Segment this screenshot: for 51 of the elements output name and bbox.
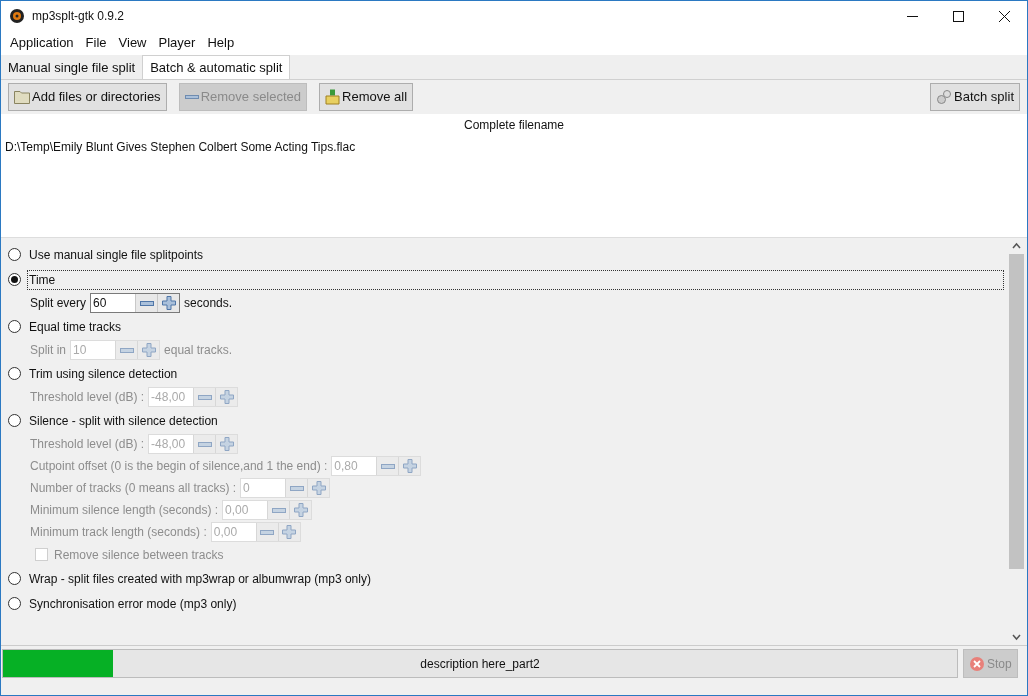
field-label: Number of tracks (0 means all tracks) : [30,480,237,497]
radio-button[interactable] [8,248,21,261]
radio-label[interactable]: Time [27,269,1004,290]
field-label: seconds. [184,295,233,312]
batch-split-button[interactable]: Batch split [930,83,1020,111]
radio-button[interactable] [8,320,21,333]
minus-icon[interactable] [139,300,154,306]
field-label: Split every [30,295,87,312]
stop-icon [969,655,985,672]
toolbar-button[interactable]: Add files or directories [8,83,167,111]
menu-item[interactable]: Help [202,31,240,55]
window-title: mp3splt-gtk 0.9.2 [32,8,125,25]
spin-button[interactable]: 60 [90,293,181,313]
radio-label[interactable]: Synchronisation error mode (mp3 only) [27,593,239,614]
plus-icon[interactable] [161,296,176,310]
field-label: Minimum track length (seconds) : [30,524,207,541]
broom-icon [325,89,341,105]
radio-label[interactable]: Use manual single file splitpoints [27,244,206,265]
menu-item[interactable]: View [113,31,152,55]
checkbox-label: Remove silence between tracks [54,546,224,564]
radio-button[interactable] [8,572,21,585]
menu-item[interactable]: Player [153,31,201,55]
column-header[interactable]: Complete filename [1,114,1027,136]
radio-button[interactable] [8,367,21,380]
menu-item[interactable]: File [80,31,112,55]
folder-icon [14,90,30,104]
radio-label[interactable]: Equal time tracks [27,316,124,337]
app-logo-icon [9,8,25,24]
radio-button[interactable] [8,414,21,427]
menu-item[interactable]: Application [5,31,79,55]
field-label: equal tracks. [164,342,233,359]
progress-text: description here_part2 [419,655,541,673]
scrollbar-thumb[interactable] [1009,254,1024,569]
minus-icon [184,95,199,99]
radio-button[interactable] [8,273,21,286]
field-label: Minimum silence length (seconds) : [30,502,219,519]
radio-label[interactable]: Wrap - split files created with mp3wrap or albumwrap (mp3 only) [27,568,373,589]
radio-label[interactable]: Trim using silence detection [27,363,180,384]
toolbar-button[interactable]: Remove all [319,83,414,111]
file-row[interactable]: D:\Temp\Emily Blunt Gives Stephen Colbert Some Acting Tips.flac [1,136,1027,158]
field-label: Split in [30,342,67,359]
field-label: Threshold level (dB) : [30,389,145,406]
radio-button[interactable] [8,597,21,610]
field-label: Threshold level (dB) : [30,436,145,453]
gears-icon [936,89,952,105]
maximize-icon [952,10,964,22]
tab[interactable]: Batch & automatic split [142,55,291,79]
close-icon [998,10,1010,22]
minimize-icon [906,15,918,17]
radio-label[interactable]: Silence - split with silence detection [27,410,220,431]
field-label: Cutpoint offset (0 is the begin of silence,and 1 the end) : [30,458,328,475]
